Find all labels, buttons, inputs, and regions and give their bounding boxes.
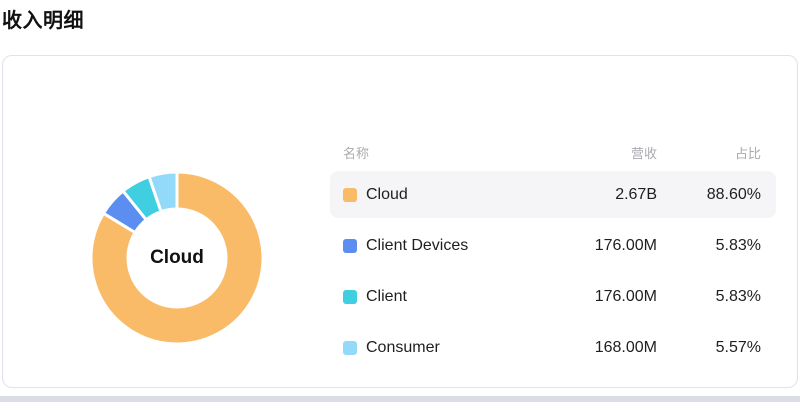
header-percent: 占比 xyxy=(657,143,761,162)
series-name: Client xyxy=(366,288,407,306)
table-row[interactable]: Client 176.00M 5.83% xyxy=(330,273,776,320)
donut-chart: Cloud xyxy=(88,169,266,347)
series-revenue: 168.00M xyxy=(440,339,657,357)
header-revenue: 营收 xyxy=(369,143,657,162)
revenue-breakdown-card: Cloud 业务 USD 名称 营收 占比 Cloud 2.67B 88.60%… xyxy=(2,55,798,388)
series-percent: 5.83% xyxy=(657,288,761,306)
page-title: 收入明细 xyxy=(2,4,84,33)
series-color-swatch xyxy=(343,239,357,253)
series-color-swatch xyxy=(343,188,357,202)
series-name: Consumer xyxy=(366,339,440,357)
table-row[interactable]: Cloud 2.67B 88.60% xyxy=(330,171,776,218)
breakdown-table: 名称 营收 占比 Cloud 2.67B 88.60% Client Devic… xyxy=(330,144,776,375)
series-color-swatch xyxy=(343,290,357,304)
series-percent: 5.83% xyxy=(657,237,761,255)
series-percent: 88.60% xyxy=(657,186,761,204)
series-percent: 5.57% xyxy=(657,339,761,357)
table-row[interactable]: Consumer 168.00M 5.57% xyxy=(330,324,776,371)
table-body: Cloud 2.67B 88.60% Client Devices 176.00… xyxy=(330,171,776,371)
header-name: 名称 xyxy=(343,143,369,162)
table-header-row: 名称 营收 占比 xyxy=(330,144,776,160)
donut-chart-svg xyxy=(88,169,266,347)
series-color-swatch xyxy=(343,341,357,355)
table-row[interactable]: Client Devices 176.00M 5.83% xyxy=(330,222,776,269)
series-name: Cloud xyxy=(366,186,408,204)
series-revenue: 2.67B xyxy=(408,186,657,204)
series-revenue: 176.00M xyxy=(407,288,657,306)
series-revenue: 176.00M xyxy=(468,237,657,255)
series-name: Client Devices xyxy=(366,237,468,255)
bottom-divider xyxy=(0,396,800,402)
